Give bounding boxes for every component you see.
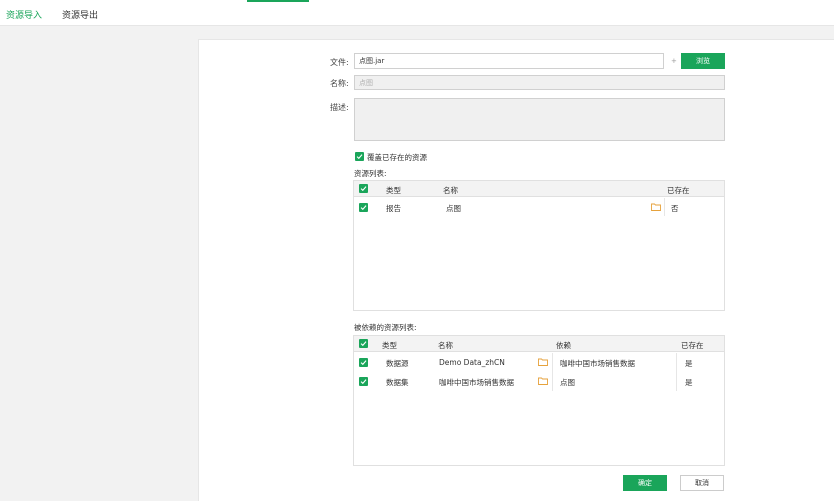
column-header-exists: 已存在 — [681, 341, 704, 350]
name-input[interactable]: 点图 — [354, 75, 725, 90]
tab-resource-export[interactable]: 资源导出 — [62, 8, 98, 21]
resource-list-title: 资源列表: — [354, 169, 387, 178]
folder-icon[interactable] — [538, 377, 548, 385]
tab-resource-import[interactable]: 资源导入 — [6, 8, 42, 21]
ok-button[interactable]: 确定 — [623, 475, 667, 491]
row-checkbox[interactable] — [359, 203, 368, 212]
row-checkbox[interactable] — [359, 358, 368, 367]
column-divider — [552, 372, 553, 391]
cancel-button[interactable]: 取消 — [680, 475, 724, 491]
import-panel: 文件: 点图.jar + 浏览 名称: 点图 描述: 覆盖已存在的资源 资源列表… — [198, 39, 834, 501]
file-label: 文件: — [330, 58, 349, 67]
row-dependency: 咖啡中国市场销售数据 — [560, 359, 635, 368]
name-label: 名称: — [330, 79, 349, 88]
dependency-select-all-checkbox[interactable] — [359, 339, 368, 348]
check-icon — [356, 154, 363, 160]
row-checkbox[interactable] — [359, 377, 368, 386]
column-divider — [676, 372, 677, 391]
description-textarea[interactable] — [354, 98, 725, 141]
folder-icon[interactable] — [651, 203, 661, 211]
table-row[interactable]: 报告 点图 否 — [354, 198, 724, 216]
column-header-type: 类型 — [382, 341, 397, 350]
plus-icon: + — [671, 57, 677, 65]
table-row[interactable]: 数据源 Demo Data_zhCN 咖啡中国市场销售数据 是 — [354, 353, 724, 372]
row-name: Demo Data_zhCN — [439, 358, 505, 367]
overwrite-label: 覆盖已存在的资源 — [367, 153, 427, 162]
check-icon — [360, 186, 367, 192]
file-input[interactable]: 点图.jar — [354, 53, 664, 69]
row-exists: 是 — [685, 359, 693, 368]
table-row[interactable]: 数据集 咖啡中国市场销售数据 点图 是 — [354, 372, 724, 391]
top-tab-bar: 资源导入 资源导出 — [0, 0, 834, 26]
check-icon — [360, 379, 367, 385]
row-type: 报告 — [386, 204, 401, 213]
column-divider — [552, 353, 553, 372]
dependency-table: 类型 名称 依赖 已存在 数据源 Demo Data_zhCN 咖啡中国市场销售… — [353, 335, 725, 466]
resource-select-all-checkbox[interactable] — [359, 184, 368, 193]
column-header-dependency: 依赖 — [556, 341, 571, 350]
tab-indicator — [247, 0, 309, 2]
check-icon — [360, 205, 367, 211]
dependency-table-header: 类型 名称 依赖 已存在 — [354, 336, 724, 352]
column-divider — [664, 198, 665, 216]
check-icon — [360, 360, 367, 366]
check-icon — [360, 341, 367, 347]
resource-table-header: 类型 名称 已存在 — [354, 181, 724, 197]
row-exists: 是 — [685, 378, 693, 387]
column-header-name: 名称 — [438, 341, 453, 350]
dependency-list-title: 被依赖的资源列表: — [354, 323, 417, 332]
column-header-name: 名称 — [443, 186, 458, 195]
row-type: 数据源 — [386, 359, 409, 368]
resource-table: 类型 名称 已存在 报告 点图 否 — [353, 180, 725, 311]
row-dependency: 点图 — [560, 378, 575, 387]
column-header-type: 类型 — [386, 186, 401, 195]
column-header-exists: 已存在 — [667, 186, 690, 195]
row-exists: 否 — [671, 204, 679, 213]
folder-icon[interactable] — [538, 358, 548, 366]
row-name: 咖啡中国市场销售数据 — [439, 378, 514, 387]
row-name: 点图 — [446, 204, 461, 213]
browse-button[interactable]: 浏览 — [681, 53, 725, 69]
description-label: 描述: — [330, 103, 349, 112]
column-divider — [676, 353, 677, 372]
overwrite-checkbox[interactable] — [355, 152, 364, 161]
row-type: 数据集 — [386, 378, 409, 387]
